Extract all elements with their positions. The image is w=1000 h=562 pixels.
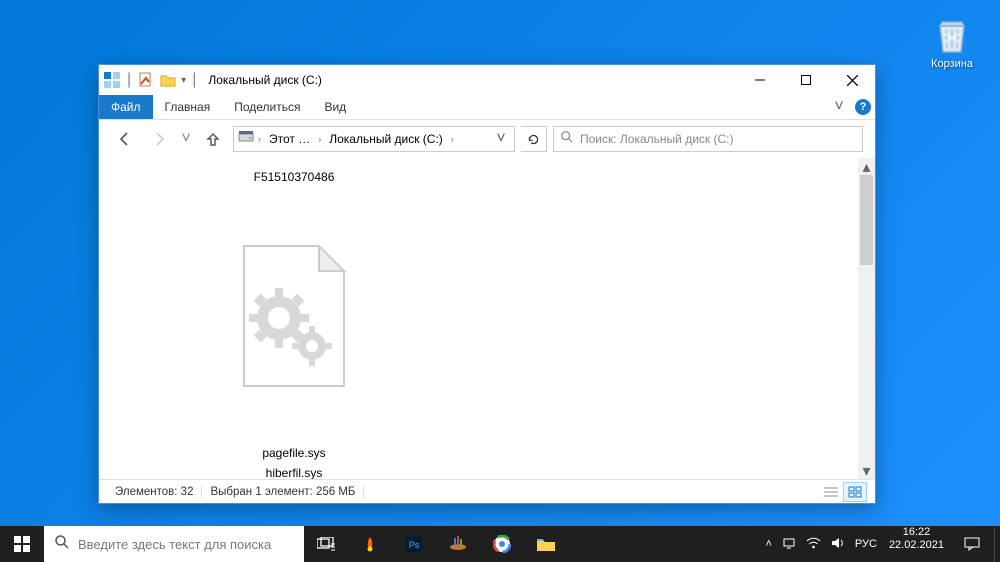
taskbar-clock[interactable]: 16:22 22.02.2021 <box>883 526 950 562</box>
sysfile-icon <box>234 241 354 391</box>
address-bar-row: ˅ › Этот … › Локальный диск (C:) › ˅ <box>99 120 875 158</box>
wifi-icon[interactable] <box>806 537 821 552</box>
qat-separator: | <box>127 71 131 89</box>
language-indicator[interactable]: РУС <box>855 538 877 550</box>
file-list[interactable]: F51510370486 pagefile.sys hiberfil.sys s… <box>99 158 858 479</box>
breadcrumb-drive[interactable]: Локальный диск (C:) <box>325 132 447 146</box>
taskbar-app[interactable] <box>348 526 392 562</box>
breadcrumb-chevron-icon[interactable]: › <box>256 134 263 144</box>
folder-icon[interactable] <box>159 71 177 89</box>
status-item-count: Элементов: 32 <box>107 486 202 498</box>
status-selection: Выбран 1 элемент: 256 МБ <box>202 486 364 498</box>
show-desktop-button[interactable] <box>994 526 1000 562</box>
recycle-bin[interactable]: Корзина <box>922 12 982 70</box>
view-large-icons-button[interactable] <box>843 482 867 502</box>
maximize-button[interactable] <box>783 65 829 95</box>
scroll-up-icon[interactable]: ▴ <box>858 158 875 175</box>
window-title: Локальный диск (C:) <box>208 73 322 87</box>
clock-time: 16:22 <box>889 526 944 539</box>
task-view-button[interactable] <box>304 526 348 562</box>
minimize-button[interactable] <box>737 65 783 95</box>
recycle-bin-label: Корзина <box>922 58 982 70</box>
nav-up-button[interactable] <box>199 126 227 152</box>
file-name-bottom: pagefile.sys <box>262 446 325 460</box>
taskbar: Ps ˄ РУС 16:22 22.02.2021 <box>0 526 1000 562</box>
start-button[interactable] <box>0 526 44 562</box>
tab-share[interactable]: Поделиться <box>222 95 312 119</box>
search-icon <box>54 534 70 555</box>
close-button[interactable] <box>829 65 875 95</box>
file-thumbnail <box>164 190 424 442</box>
tab-home[interactable]: Главная <box>153 95 223 119</box>
file-item[interactable]: F51510370486 pagefile.sys <box>109 166 479 462</box>
status-bar: Элементов: 32 Выбран 1 элемент: 256 МБ <box>99 479 875 503</box>
recycle-bin-icon <box>930 12 974 56</box>
action-center-button[interactable] <box>950 526 994 562</box>
breadcrumb-chevron-icon[interactable]: › <box>449 134 456 144</box>
address-bar[interactable]: › Этот … › Локальный диск (C:) › ˅ <box>233 126 515 152</box>
breadcrumb-chevron-icon[interactable]: › <box>316 134 323 144</box>
help-icon: ? <box>855 99 871 115</box>
explorer-window: | ▾ | Локальный диск (C:) Файл Главная П… <box>98 64 876 504</box>
network-icon[interactable] <box>782 536 796 553</box>
system-tray: ˄ РУС <box>759 526 882 562</box>
quick-access-toolbar: | ▾ | <box>99 71 202 89</box>
file-name-top: hiberfil.sys <box>266 466 323 479</box>
app-icon <box>103 71 121 89</box>
taskbar-app[interactable] <box>436 526 480 562</box>
scroll-track[interactable] <box>858 175 875 462</box>
taskbar-search-input[interactable] <box>78 537 294 552</box>
tray-chevron-icon[interactable]: ˄ <box>765 538 771 550</box>
help-button[interactable]: ? <box>851 95 875 119</box>
qat-separator-2: | <box>192 71 196 89</box>
volume-icon[interactable] <box>831 537 845 552</box>
address-dropdown-icon[interactable]: ˅ <box>492 130 510 148</box>
ribbon-collapse-icon[interactable]: ˅ <box>827 95 851 119</box>
ribbon: Файл Главная Поделиться Вид ˅ ? <box>99 95 875 120</box>
properties-icon[interactable] <box>137 71 155 89</box>
nav-forward-button[interactable] <box>145 126 173 152</box>
qat-dropdown-icon[interactable]: ▾ <box>181 75 186 86</box>
search-box[interactable] <box>553 126 863 152</box>
file-item[interactable]: hiberfil.sys swapfile.sys <box>109 462 479 479</box>
tab-view[interactable]: Вид <box>312 95 358 119</box>
search-input[interactable] <box>580 132 856 146</box>
file-name-top: F51510370486 <box>254 170 335 184</box>
titlebar[interactable]: | ▾ | Локальный диск (C:) <box>99 65 875 95</box>
svg-text:Ps: Ps <box>409 540 420 550</box>
breadcrumb-this-pc[interactable]: Этот … <box>265 132 314 146</box>
taskbar-search[interactable] <box>44 526 304 562</box>
refresh-button[interactable] <box>521 126 547 152</box>
taskbar-app[interactable] <box>524 526 568 562</box>
nav-back-button[interactable] <box>111 126 139 152</box>
taskbar-app[interactable]: Ps <box>392 526 436 562</box>
scroll-thumb[interactable] <box>860 175 873 265</box>
vertical-scrollbar[interactable]: ▴ ▾ <box>858 158 875 479</box>
tab-file[interactable]: Файл <box>99 95 153 119</box>
scroll-down-icon[interactable]: ▾ <box>858 462 875 479</box>
view-details-button[interactable] <box>819 482 843 502</box>
search-icon <box>560 130 574 149</box>
nav-history-dropdown[interactable]: ˅ <box>179 130 193 148</box>
clock-date: 22.02.2021 <box>889 539 944 552</box>
drive-icon <box>238 130 254 149</box>
taskbar-app[interactable] <box>480 526 524 562</box>
